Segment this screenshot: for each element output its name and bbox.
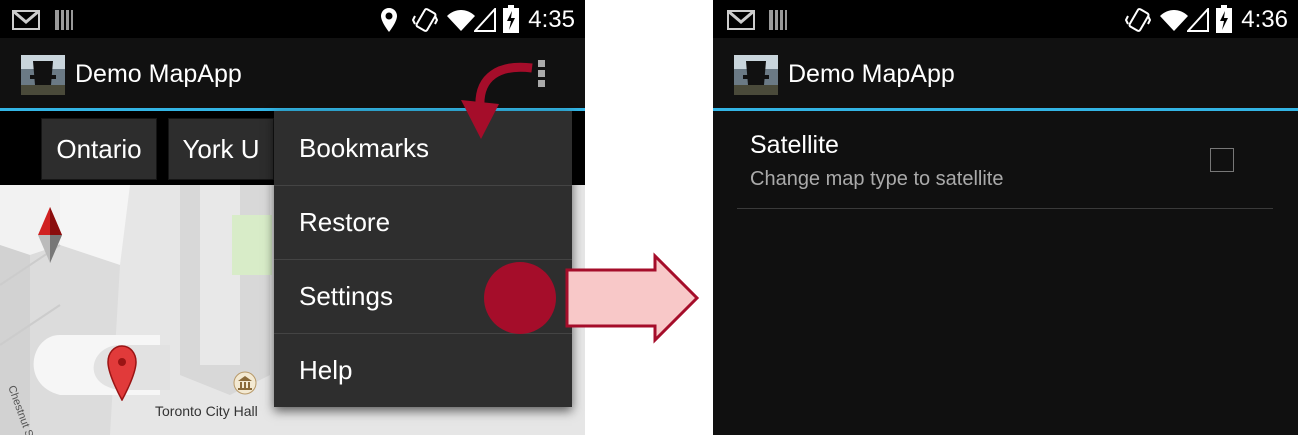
compass-icon[interactable] [36, 207, 64, 263]
map-place-label: Toronto City Hall [155, 403, 258, 419]
signal-icon [1187, 8, 1209, 32]
location-icon [381, 8, 397, 32]
menu-item-help[interactable]: Help [274, 333, 572, 407]
left-phone-screen: 4:35 Demo MapApp Ontario York U Toronto … [0, 0, 585, 435]
status-bar: 4:35 [0, 0, 585, 38]
signal-icon [474, 8, 496, 32]
menu-item-bookmarks[interactable]: Bookmarks [274, 111, 572, 186]
divider [737, 208, 1273, 209]
action-bar: Demo MapApp [713, 38, 1298, 111]
status-time: 4:36 [1241, 6, 1288, 33]
app-logo-icon [21, 55, 65, 95]
preference-summary: Change map type to satellite [750, 168, 1004, 190]
status-time: 4:35 [528, 6, 575, 33]
status-bar: 4:36 [713, 0, 1298, 38]
vibrate-icon [1125, 8, 1151, 32]
action-bar: Demo MapApp [0, 38, 585, 111]
menu-item-label: Bookmarks [299, 133, 430, 163]
menu-item-label: Restore [299, 207, 391, 237]
menu-item-restore[interactable]: Restore [274, 185, 572, 260]
wifi-icon [1160, 10, 1188, 31]
york-u-button[interactable]: York U [168, 118, 274, 180]
app-title: Demo MapApp [788, 60, 955, 88]
app-logo-icon [734, 55, 778, 95]
map-marker-icon[interactable] [106, 345, 138, 401]
overflow-menu: Bookmarks Restore Settings Help [274, 111, 572, 407]
vibrate-icon [412, 8, 438, 32]
overflow-menu-icon[interactable] [532, 58, 552, 90]
notification-icon [769, 10, 787, 30]
landmark-icon [233, 371, 257, 395]
battery-icon [1216, 5, 1232, 33]
ontario-button[interactable]: Ontario [41, 118, 157, 180]
satellite-checkbox[interactable] [1210, 148, 1234, 172]
right-phone-screen: 4:36 Demo MapApp Satellite Change map ty… [713, 0, 1298, 435]
wifi-icon [447, 10, 475, 31]
menu-item-label: Settings [299, 281, 393, 311]
notification-icon [55, 10, 73, 30]
menu-item-settings[interactable]: Settings [274, 259, 572, 334]
gmail-icon [727, 10, 755, 30]
preference-title[interactable]: Satellite [750, 131, 839, 160]
gmail-icon [12, 10, 40, 30]
app-title: Demo MapApp [75, 60, 242, 88]
battery-icon [503, 5, 519, 33]
menu-item-label: Help [299, 355, 353, 385]
transition-arrow-icon [565, 252, 700, 344]
